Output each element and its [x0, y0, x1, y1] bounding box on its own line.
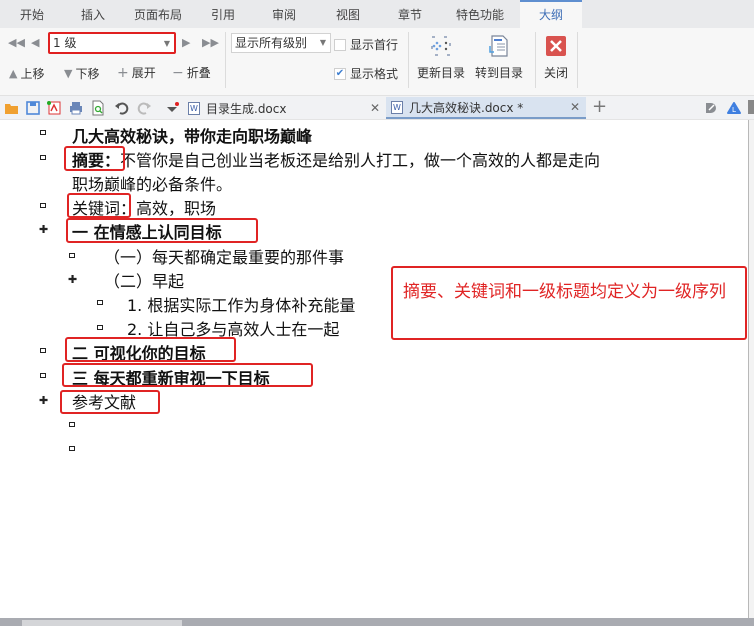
outline-item-abstract-continuation: 职场巅峰的必备条件。: [72, 175, 233, 194]
close-outline-button[interactable]: 关闭: [544, 34, 568, 81]
tab-insert[interactable]: 插入: [64, 0, 122, 28]
divider: [225, 32, 226, 88]
expand-plus-icon[interactable]: ✚: [39, 395, 48, 406]
outline-bullet-icon[interactable]: [97, 325, 103, 330]
export-pdf-icon[interactable]: [46, 100, 62, 116]
cloud-sync-icon[interactable]: L: [726, 100, 742, 116]
divider: [535, 32, 536, 88]
close-icon: [546, 36, 566, 56]
plus-icon: +: [117, 64, 129, 81]
chevron-down-icon: ▼: [319, 38, 326, 47]
show-level-select[interactable]: 显示所有级别 ▼: [231, 33, 331, 53]
checkbox-unchecked-icon: [334, 38, 346, 51]
triangle-up-icon: ▲: [9, 67, 18, 80]
outline-item-point-2[interactable]: 2. 让自己多与高效人士在一起: [127, 316, 339, 340]
collapse-button[interactable]: − 折叠: [172, 64, 211, 81]
customize-dropdown-icon[interactable]: [164, 100, 180, 116]
outline-bullet-icon[interactable]: [40, 203, 46, 208]
tab-outline[interactable]: 大纲: [520, 0, 582, 28]
svg-text:L: L: [732, 106, 736, 114]
update-toc-icon: [431, 36, 451, 56]
outline-bullet-icon[interactable]: [40, 130, 46, 135]
goto-toc-button[interactable]: 转到目录: [475, 34, 523, 81]
outline-bullet-icon[interactable]: [69, 422, 75, 427]
redo-icon[interactable]: [136, 100, 152, 116]
open-folder-icon[interactable]: [4, 100, 20, 116]
print-icon[interactable]: [68, 100, 84, 116]
menu-tab-bar: 开始 插入 页面布局 引用 审阅 视图 章节 特色功能 大纲: [0, 0, 754, 28]
divider: [577, 32, 578, 88]
demote-icon[interactable]: ▶: [182, 36, 190, 49]
close-tab-icon[interactable]: ✕: [570, 100, 580, 114]
minus-icon: −: [172, 64, 184, 81]
outline-item-subheading-2[interactable]: （二）早起: [104, 268, 184, 292]
tab-special-features[interactable]: 特色功能: [440, 0, 520, 28]
expand-plus-icon[interactable]: ✚: [39, 224, 48, 235]
scrollbar-thumb[interactable]: [22, 620, 182, 626]
triangle-down-icon: ▼: [64, 67, 73, 80]
outline-item-title[interactable]: 几大高效秘诀，带你走向职场巅峰: [72, 123, 312, 147]
tab-references[interactable]: 引用: [194, 0, 252, 28]
checkmark-icon: ✔: [334, 67, 346, 80]
save-icon[interactable]: [25, 100, 41, 116]
outline-item-keywords[interactable]: 关键词：高效，职场: [72, 195, 216, 219]
word-document-icon: W: [391, 100, 403, 114]
tab-view[interactable]: 视图: [316, 0, 380, 28]
outline-bullet-icon[interactable]: [97, 300, 103, 305]
outline-bullet-icon[interactable]: [69, 253, 75, 258]
outline-item-point-1[interactable]: 1. 根据实际工作为身体补充能量: [127, 292, 355, 316]
move-down-button[interactable]: ▼ 下移: [64, 65, 99, 82]
print-preview-icon[interactable]: [90, 100, 106, 116]
doc-tab-efficiency-tips[interactable]: W 几大高效秘诀.docx * ✕: [386, 97, 586, 119]
undo-icon[interactable]: [114, 100, 130, 116]
outline-item-heading-1[interactable]: 一 在情感上认同目标: [72, 219, 222, 243]
outline-level-select[interactable]: 1 级 ▼: [48, 32, 176, 54]
outline-item-abstract[interactable]: 摘要：不管你是自己创业当老板还是给别人打工，做一个高效的人都是走向: [72, 147, 600, 171]
new-tab-plus-icon[interactable]: +: [592, 96, 607, 117]
outline-bullet-icon[interactable]: [69, 446, 75, 451]
show-first-line-checkbox[interactable]: 显示首行: [334, 36, 398, 53]
tab-home[interactable]: 开始: [0, 0, 64, 28]
outline-bullet-icon[interactable]: [40, 155, 46, 160]
tab-page-layout[interactable]: 页面布局: [122, 0, 194, 28]
outline-item-heading-3[interactable]: 三 每天都重新审视一下目标: [72, 365, 270, 389]
chevron-down-icon: ▼: [163, 39, 170, 48]
close-tab-icon[interactable]: ✕: [370, 101, 380, 115]
doc-tab-toc-generation[interactable]: W 目录生成.docx ✕: [188, 97, 386, 119]
show-format-checkbox[interactable]: ✔ 显示格式: [334, 65, 398, 82]
tab-section[interactable]: 章节: [380, 0, 440, 28]
demote-to-body-icon[interactable]: ▶▶: [202, 36, 219, 49]
outline-item-references[interactable]: 参考文献: [72, 389, 136, 413]
word-document-icon: W: [188, 101, 200, 115]
update-toc-button[interactable]: 更新目录: [417, 34, 465, 81]
annotation-callout: 摘要、关键词和一级标题均定义为一级序列: [391, 266, 747, 340]
outline-bullet-icon[interactable]: [40, 373, 46, 378]
move-up-button[interactable]: ▲ 上移: [9, 65, 44, 82]
panel-edge: [748, 100, 754, 114]
ribbon: ◀◀ ◀ 1 级 ▼ ▶ ▶▶ ▲ 上移 ▼ 下移 + 展开 − 折叠 显示所有…: [0, 28, 754, 96]
vertical-scrollbar[interactable]: [748, 120, 754, 620]
outline-item-heading-2[interactable]: 二 可视化你的目标: [72, 340, 206, 364]
doc-status-icon[interactable]: [703, 100, 719, 116]
promote-to-heading1-icon[interactable]: ◀◀: [8, 36, 25, 49]
expand-plus-icon[interactable]: ✚: [68, 274, 77, 285]
promote-icon[interactable]: ◀: [31, 36, 39, 49]
expand-button[interactable]: + 展开: [117, 64, 156, 81]
divider: [408, 32, 409, 88]
outline-item-subheading-1[interactable]: （一）每天都确定最重要的那件事: [104, 244, 344, 268]
quick-access-and-tabs-bar: W 目录生成.docx ✕ W 几大高效秘诀.docx * ✕ + L: [0, 96, 754, 120]
outline-bullet-icon[interactable]: [40, 348, 46, 353]
goto-toc-icon: [489, 35, 508, 57]
tab-review[interactable]: 审阅: [252, 0, 316, 28]
horizontal-scrollbar[interactable]: [0, 618, 754, 626]
